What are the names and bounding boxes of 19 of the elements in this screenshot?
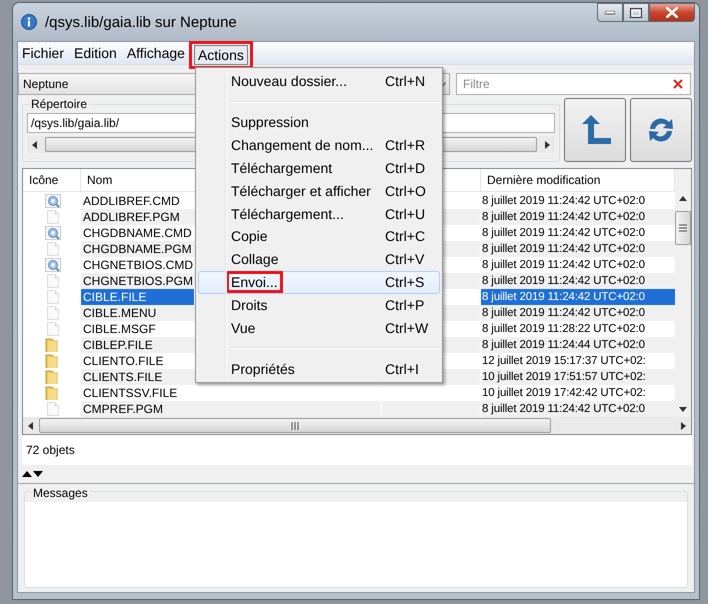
table-cell: 8 juillet 2019 11:24:42 UTC+02:0 bbox=[482, 211, 645, 223]
annotation-box: Envoi... bbox=[226, 270, 283, 293]
table-cell: 12 juillet 2019 15:17:37 UTC+02: bbox=[482, 355, 646, 367]
table-cell: 8 juillet 2019 11:24:42 UTC+02:0 bbox=[481, 289, 675, 305]
group-label: Messages bbox=[31, 486, 90, 500]
table-cell: 8 juillet 2019 11:24:42 UTC+02:0 bbox=[482, 243, 645, 255]
table-cell: 8 juillet 2019 11:24:42 UTC+02:0 bbox=[482, 275, 645, 287]
table-cell: 8 juillet 2019 11:24:42 UTC+02:0 bbox=[482, 307, 645, 319]
status-text: 72 objets bbox=[22, 435, 692, 465]
table-cell: 8 juillet 2019 11:24:44 UTC+02:0 bbox=[482, 339, 645, 351]
table-cell: 10 juillet 2019 17:42:42 UTC+02: bbox=[482, 387, 646, 399]
table-cell: 10 juillet 2019 17:51:57 UTC+02: bbox=[482, 371, 646, 383]
group-label: Répertoire bbox=[29, 97, 90, 111]
table-cell: 8 juillet 2019 11:24:42 UTC+02:0 bbox=[482, 195, 645, 207]
table-cell: 8 juillet 2019 11:28:22 UTC+02:0 bbox=[482, 323, 645, 335]
table-cell: 8 juillet 2019 11:24:42 UTC+02:0 bbox=[482, 259, 645, 271]
table-cell: 8 juillet 2019 11:24:42 UTC+02:0 bbox=[482, 403, 645, 415]
table-cell: 8 juillet 2019 11:24:42 UTC+02:0 bbox=[482, 227, 645, 239]
window-title: /qsys.lib/gaia.lib sur Neptune bbox=[45, 14, 238, 30]
